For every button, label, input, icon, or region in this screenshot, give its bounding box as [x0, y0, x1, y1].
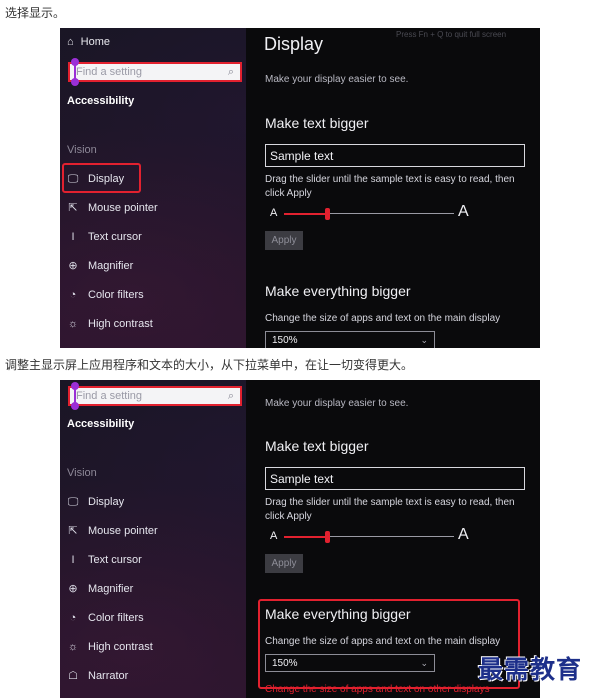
high-contrast-icon: ☼ — [67, 318, 79, 330]
caption-step-scale: 调整主显示屏上应用程序和文本的大小，从下拉菜单中，在让一切变得更大。 — [5, 358, 414, 372]
search-placeholder: Find a setting — [76, 390, 143, 402]
slider-fill — [284, 536, 327, 538]
settings-screenshot-1: ⌂ Home Find a setting ⌕ Accessibility Vi… — [60, 28, 540, 348]
sidebar-item-high-contrast[interactable]: ☼ High contrast — [67, 639, 153, 655]
text-size-slider[interactable]: A A — [270, 203, 470, 223]
heading-make-text-bigger: Make text bigger — [265, 438, 369, 454]
other-displays-link[interactable]: Change the size of apps and text on othe… — [265, 684, 490, 695]
magnifier-icon: ⊕ — [68, 583, 78, 595]
sidebar-item-label: Text cursor — [88, 554, 142, 566]
search-icon: ⌕ — [227, 389, 234, 402]
sidebar-item-label: Color filters — [88, 612, 144, 624]
slider-max-label: A — [458, 526, 469, 543]
search-input[interactable]: Find a setting ⌕ — [68, 62, 242, 82]
chevron-down-icon: ⌄ — [420, 657, 428, 668]
sidebar-item-label: High contrast — [88, 641, 153, 653]
group-title-vision: Vision — [67, 144, 97, 156]
mouse-pointer-icon: ⇱ — [68, 202, 78, 214]
sidebar-item-magnifier[interactable]: ⊕ Magnifier — [67, 258, 133, 274]
sidebar-item-label: Narrator — [88, 670, 129, 682]
color-filters-icon: ◔ — [69, 612, 77, 624]
sidebar-item-label: Magnifier — [88, 260, 134, 272]
section-title-accessibility: Accessibility — [67, 95, 135, 107]
section-title-accessibility: Accessibility — [67, 418, 135, 430]
slider-min-label: A — [270, 530, 278, 542]
magnifier-icon: ⊕ — [68, 260, 78, 272]
color-filters-icon: ◔ — [69, 289, 77, 301]
scale-dropdown-value: 150% — [272, 334, 298, 346]
scale-dropdown-value: 150% — [272, 657, 298, 669]
home-icon: ⌂ — [67, 36, 74, 48]
nav-home-label: Home — [80, 36, 110, 48]
sidebar-item-color-filters[interactable]: ◔ Color filters — [67, 610, 144, 626]
search-icon: ⌕ — [227, 65, 234, 78]
sample-text-box: Sample text — [265, 144, 525, 167]
chevron-down-icon: ⌄ — [420, 334, 428, 345]
settings-sidebar: Find a setting ⌕ Accessibility Vision 🖵 … — [60, 380, 246, 698]
search-placeholder: Find a setting — [76, 66, 143, 78]
heading-make-everything-bigger: Make everything bigger — [265, 283, 411, 299]
display-highlight-box — [62, 163, 141, 193]
scale-dropdown[interactable]: 150% ⌄ — [265, 654, 435, 672]
brand-logo: 最需教育 — [478, 655, 583, 684]
text-cursor-icon: I — [71, 231, 75, 243]
group-title-vision: Vision — [67, 467, 97, 479]
apply-button[interactable]: Apply — [265, 554, 303, 573]
sidebar-item-display[interactable]: 🖵 Display — [67, 494, 124, 510]
slider-min-label: A — [270, 207, 278, 219]
slider-thumb[interactable] — [324, 531, 330, 543]
sidebar-item-label: Magnifier — [88, 583, 134, 595]
sidebar-item-label: Text cursor — [88, 231, 142, 243]
mouse-pointer-icon: ⇱ — [68, 525, 78, 537]
search-input[interactable]: Find a setting ⌕ — [68, 386, 242, 406]
sidebar-item-label: Display — [88, 496, 125, 508]
slider-fill — [284, 213, 327, 215]
text-cursor-marker-bottom — [71, 78, 79, 86]
slider-max-label: A — [458, 203, 469, 220]
display-settings-pane: Display Press Fn + Q to quit full screen… — [246, 28, 540, 348]
apply-button[interactable]: Apply — [265, 231, 303, 250]
page-subtitle: Make your display easier to see. — [265, 74, 409, 85]
everything-description: Change the size of apps and text on the … — [265, 636, 501, 647]
slider-description: Drag the slider until the sample text is… — [265, 174, 515, 199]
sidebar-item-mouse-pointer[interactable]: ⇱ Mouse pointer — [67, 523, 158, 539]
settings-sidebar: ⌂ Home Find a setting ⌕ Accessibility Vi… — [60, 28, 246, 348]
text-cursor-icon: I — [71, 554, 75, 566]
slider-thumb[interactable] — [324, 208, 330, 220]
text-size-slider[interactable]: A A — [270, 526, 470, 546]
heading-make-everything-bigger: Make everything bigger — [265, 606, 411, 622]
sample-text-box: Sample text — [265, 467, 525, 490]
sidebar-item-text-cursor[interactable]: I Text cursor — [67, 552, 142, 568]
nav-home[interactable]: ⌂ Home — [67, 36, 110, 48]
page-title: Display — [264, 34, 324, 54]
sidebar-item-narrator[interactable]: ☖ Narrator — [67, 668, 128, 684]
slider-description: Drag the slider until the sample text is… — [265, 497, 515, 522]
caption-step-display: 选择显示。 — [5, 6, 66, 20]
monitor-icon: 🖵 — [67, 496, 79, 508]
scale-dropdown[interactable]: 150% ⌄ — [265, 331, 435, 348]
page-subtitle: Make your display easier to see. — [265, 398, 409, 409]
heading-make-text-bigger: Make text bigger — [265, 115, 369, 131]
settings-screenshot-2: Find a setting ⌕ Accessibility Vision 🖵 … — [60, 380, 540, 698]
narrator-icon: ☖ — [68, 670, 78, 682]
everything-description: Change the size of apps and text on the … — [265, 313, 501, 324]
text-cursor-marker-bottom — [71, 402, 79, 410]
slider-track — [326, 213, 454, 214]
sidebar-item-high-contrast[interactable]: ☼ High contrast — [67, 316, 153, 332]
sidebar-item-mouse-pointer[interactable]: ⇱ Mouse pointer — [67, 200, 158, 216]
high-contrast-icon: ☼ — [67, 641, 79, 653]
sidebar-item-label: Color filters — [88, 289, 144, 301]
slider-track — [326, 536, 454, 537]
sidebar-item-label: Mouse pointer — [88, 525, 158, 537]
sidebar-item-text-cursor[interactable]: I Text cursor — [67, 229, 142, 245]
sidebar-item-color-filters[interactable]: ◔ Color filters — [67, 287, 144, 303]
sidebar-item-magnifier[interactable]: ⊕ Magnifier — [67, 581, 133, 597]
sidebar-item-label: High contrast — [88, 318, 153, 330]
sidebar-item-label: Mouse pointer — [88, 202, 158, 214]
fullscreen-watermark: Press Fn + Q to quit full screen — [396, 30, 507, 39]
